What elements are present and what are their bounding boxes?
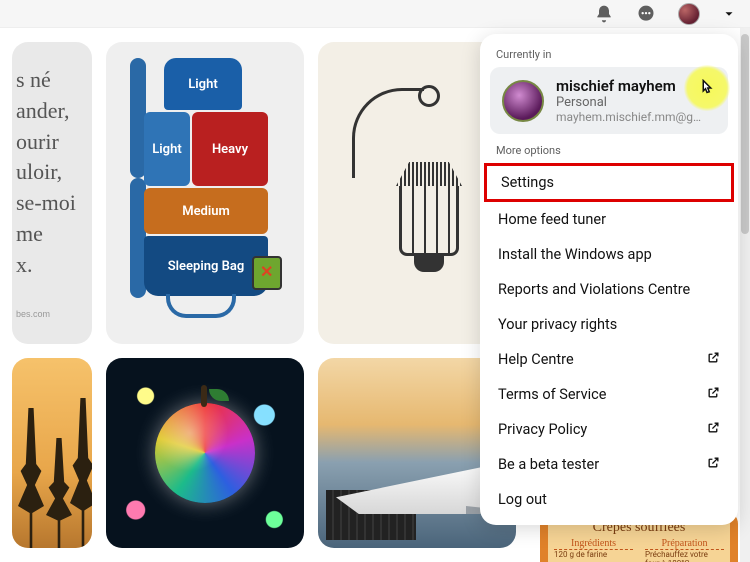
account-card[interactable]: mischief mayhem Personal mayhem.mischief… [490,67,728,134]
dropdown-item-help-centre[interactable]: Help Centre [480,342,738,377]
recipe-col2-text: Préchauffez votre four à 180°C [645,550,724,562]
cursor-highlight [684,65,730,111]
external-link-icon [707,421,720,438]
dropdown-item-home-feed-tuner[interactable]: Home feed tuner [480,202,738,237]
dropdown-item-install-the-windows-app[interactable]: Install the Windows app [480,237,738,272]
account-email: mayhem.mischief.mm@g… [556,110,701,124]
pin-quote[interactable]: s né ander, ourir uloir, se-moi me x. be… [12,42,92,344]
external-link-icon [707,386,720,403]
dropdown-item-label: Be a beta tester [498,456,599,473]
dropdown-item-label: Privacy Policy [498,421,587,438]
dropdown-item-settings[interactable]: Settings [484,163,734,202]
account-dropdown: Currently in mischief mayhem Personal ma… [480,34,738,525]
account-name: mischief mayhem [556,77,701,95]
backpack-label-bag: Sleeping Bag [144,236,268,296]
dropdown-item-log-out[interactable]: Log out [480,482,738,517]
chat-icon[interactable] [636,4,656,24]
dropdown-item-label: Your privacy rights [498,316,617,333]
account-avatar [502,80,544,122]
dropdown-item-label: Reports and Violations Centre [498,281,690,298]
top-bar [0,0,750,28]
quote-line: s né [16,65,88,96]
dropdown-item-your-privacy-rights[interactable]: Your privacy rights [480,307,738,342]
page-scrollbar[interactable] [740,28,750,562]
avatar[interactable] [678,3,700,25]
recipe-col1-hdr: Ingrédients [554,538,633,550]
quote-line: x. [16,250,88,281]
quote-source: bes.com [16,308,88,321]
pin-apple[interactable] [106,358,304,548]
bell-icon[interactable] [594,4,614,24]
dropdown-item-terms-of-service[interactable]: Terms of Service [480,377,738,412]
scrollbar-thumb[interactable] [741,34,749,234]
quote-line: ander, [16,96,88,127]
dropdown-item-label: Help Centre [498,351,574,368]
chevron-down-icon[interactable] [722,7,736,21]
dropdown-item-reports-and-violations-centre[interactable]: Reports and Violations Centre [480,272,738,307]
pin-backpack[interactable]: Light Light Heavy Medium Sleeping Bag [106,42,304,344]
dropdown-item-label: Home feed tuner [498,211,606,228]
dropdown-item-label: Settings [501,174,554,191]
dropdown-item-privacy-policy[interactable]: Privacy Policy [480,412,738,447]
backpack-label-right: Heavy [192,112,268,186]
recipe-col1-text: 120 g de farine [554,550,633,559]
dropdown-section-more: More options [480,142,738,163]
dropdown-item-be-a-beta-tester[interactable]: Be a beta tester [480,447,738,482]
quote-line: ourir [16,127,88,158]
dropdown-item-label: Terms of Service [498,386,606,403]
pin-trees[interactable] [12,358,92,548]
backpack-label-top: Light [164,58,242,110]
external-link-icon [707,351,720,368]
recipe-col2-hdr: Préparation [645,538,724,550]
external-link-icon [707,456,720,473]
quote-line: uloir, [16,157,88,188]
dropdown-item-label: Log out [498,491,547,508]
account-type: Personal [556,95,701,110]
dropdown-section-current: Currently in [480,46,738,67]
quote-line: se-moi [16,188,88,219]
dropdown-item-label: Install the Windows app [498,246,652,263]
backpack-label-medium: Medium [144,188,268,234]
quote-line: me [16,219,88,250]
backpack-label-left: Light [144,112,190,186]
